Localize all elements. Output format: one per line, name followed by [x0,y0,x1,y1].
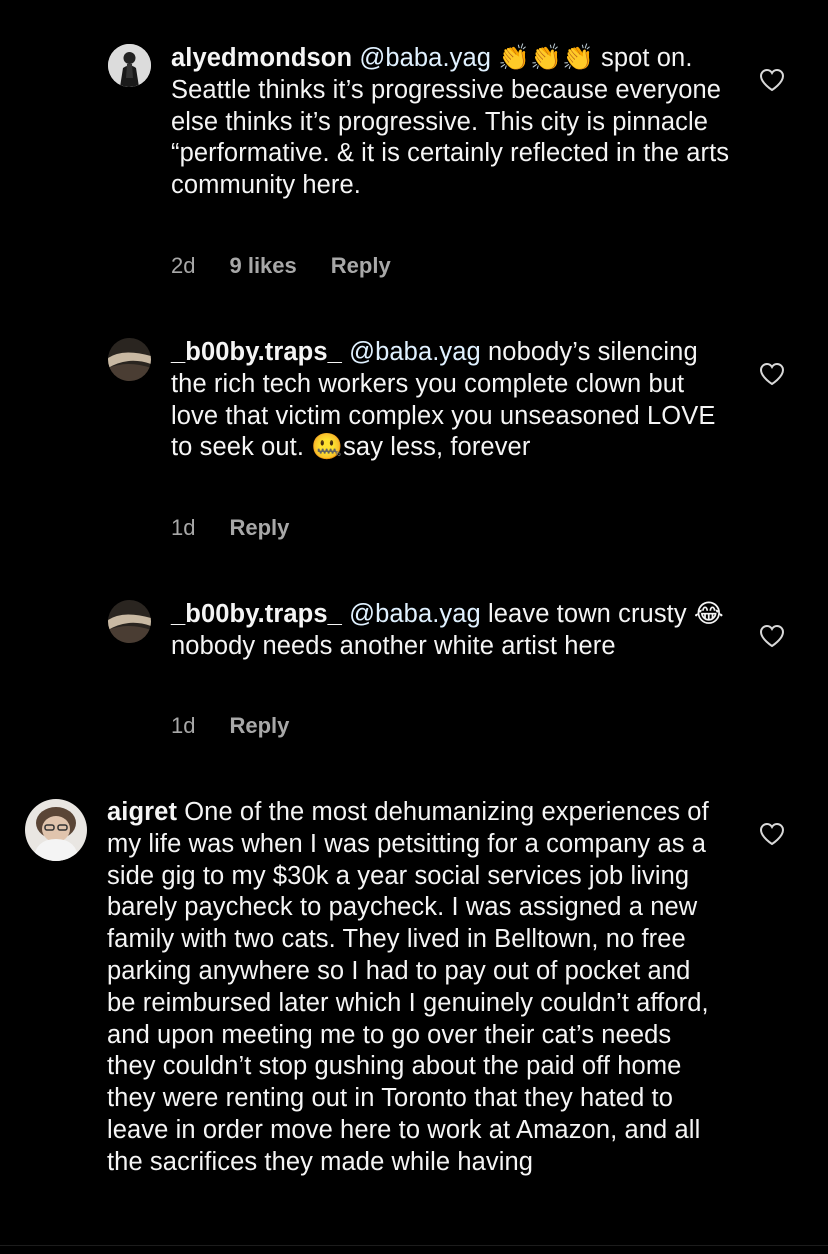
avatar[interactable] [25,799,87,861]
heart-outline-icon[interactable] [759,624,785,648]
mention-link[interactable]: @baba.yag [349,600,481,628]
mention-link[interactable]: @baba.yag [349,338,481,366]
timestamp: 1d [171,515,196,540]
comment-body: One of the most dehumanizing experiences… [107,798,709,1176]
clapping-hands-emoji: 👏👏👏 [498,43,594,73]
timestamp: 1d [171,713,196,738]
reply-button[interactable]: Reply [229,515,289,541]
divider [0,1245,828,1246]
timestamp: 2d [171,253,196,278]
reply-button[interactable]: Reply [331,253,391,279]
comment-body: leave town crusty [480,600,694,628]
heart-outline-icon[interactable] [759,68,785,92]
avatar[interactable] [108,338,151,381]
username[interactable]: alyedmondson [171,44,352,72]
username[interactable]: _b00by.traps_ [171,338,342,366]
avatar[interactable] [108,44,151,87]
comment-text: _b00by.traps_ @baba.yag leave town crust… [171,599,731,663]
mention-link[interactable]: @baba.yag [359,44,491,72]
reply-button[interactable]: Reply [229,713,289,739]
comment-text: _b00by.traps_ @baba.yag nobody’s silenci… [171,337,731,464]
username[interactable]: _b00by.traps_ [171,600,342,628]
comment-body-end: say less, forever [343,433,531,462]
comment-meta: 1d Reply [171,515,289,541]
heart-outline-icon[interactable] [759,362,785,386]
likes-count[interactable]: 9 likes [229,253,296,279]
comment-text: alyedmondson @baba.yag 👏👏👏 spot on. Seat… [171,43,731,202]
comment-meta: 2d 9 likes Reply [171,253,391,279]
heart-outline-icon[interactable] [759,822,785,846]
comment-meta: 1d Reply [171,713,289,739]
comment-body-end: nobody needs another white artist here [171,631,616,660]
zipper-mouth-emoji: 🤐 [311,432,344,463]
username[interactable]: aigret [107,798,177,826]
comment-text: aigret One of the most dehumanizing expe… [107,797,717,1179]
avatar[interactable] [108,600,151,643]
laughing-tears-emoji: 😂 [693,599,724,629]
